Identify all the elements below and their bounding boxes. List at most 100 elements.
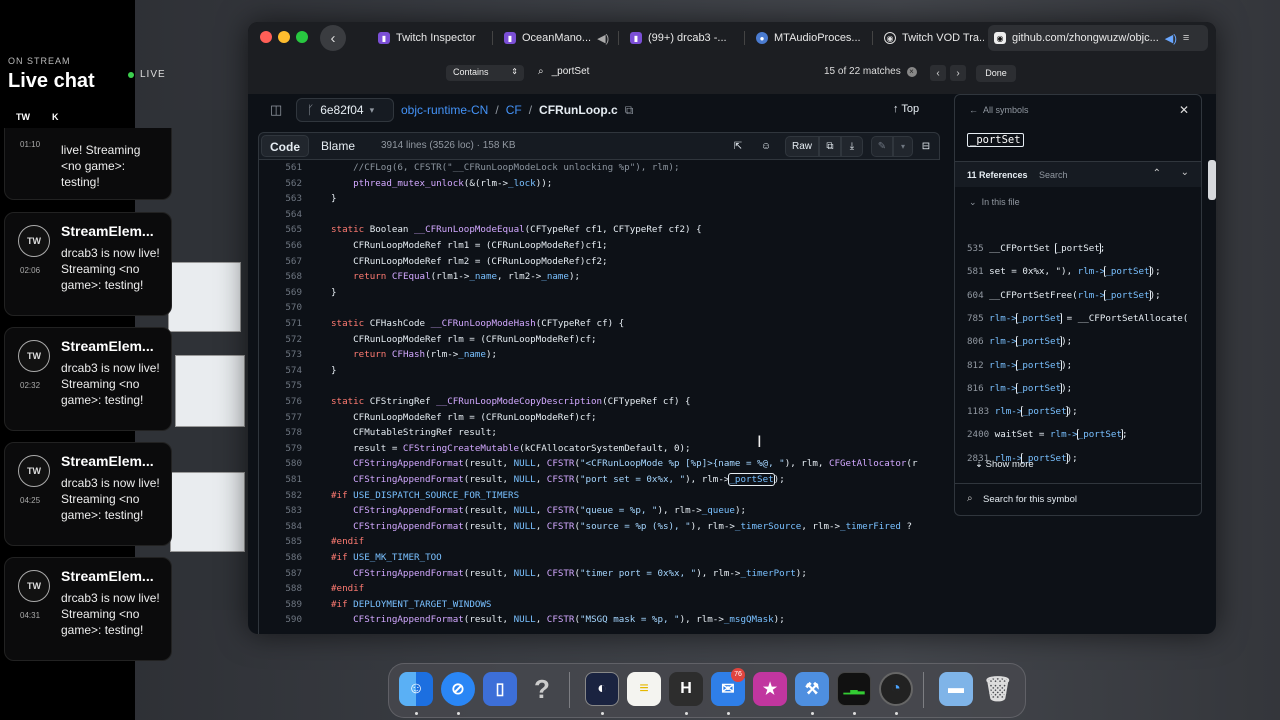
panel-toggle-icon[interactable]: ⊟ <box>917 136 935 157</box>
reference-item[interactable]: 785 rlm->_portSet = __CFPortSetAllocate( <box>967 312 1199 324</box>
tab-kick[interactable]: K <box>52 112 59 122</box>
copy-icon[interactable]: ⧉ <box>625 103 634 118</box>
line-number[interactable]: 582 <box>259 488 302 504</box>
minimize-window-button[interactable] <box>278 31 290 43</box>
references-search[interactable]: Search <box>1039 170 1068 180</box>
close-icon[interactable]: ✕ <box>1179 103 1189 117</box>
line-number[interactable]: 580 <box>259 456 302 472</box>
browser-tab[interactable]: ◉ Twitch VOD Tra... <box>884 26 984 50</box>
download-icon[interactable]: ⤓ <box>841 136 863 157</box>
raw-button[interactable]: Raw <box>785 136 819 157</box>
simulator-icon[interactable]: ▯ <box>483 672 517 706</box>
app-icon[interactable]: ◐ <box>585 672 619 706</box>
line-number[interactable]: 571 <box>259 316 302 332</box>
breadcrumb-folder[interactable]: CF <box>506 103 522 118</box>
line-number[interactable]: 561 <box>259 160 302 176</box>
line-number[interactable]: 587 <box>259 566 302 582</box>
line-number[interactable]: 583 <box>259 503 302 519</box>
in-this-file-group[interactable]: ⌄ In this file <box>969 197 1020 208</box>
line-number[interactable]: 584 <box>259 519 302 535</box>
speaker-icon[interactable]: ◀) <box>1165 32 1177 45</box>
line-number[interactable]: 590 <box>259 612 302 628</box>
instruments-icon[interactable]: ◔ <box>879 672 913 706</box>
find-input[interactable]: ⌕ _portSet <box>538 66 589 77</box>
clear-icon[interactable]: × <box>906 67 917 77</box>
previous-match-button[interactable]: ‹ <box>930 65 946 81</box>
tab-twitch[interactable]: TW <box>16 112 30 122</box>
line-number[interactable]: 566 <box>259 238 302 254</box>
scrollbar-thumb[interactable] <box>1208 160 1216 200</box>
line-number[interactable]: 564 <box>259 207 302 223</box>
top-button[interactable]: ↑ Top <box>893 103 919 115</box>
active-tab-content[interactable]: ◉ github.com/zhongwuzw/objc... ◀) ≡ <box>994 26 1206 50</box>
symbols-icon[interactable]: ⇱ <box>727 136 749 157</box>
finder-icon[interactable]: ☺ <box>399 672 433 706</box>
line-number[interactable]: 565 <box>259 222 302 238</box>
line-number[interactable]: 578 <box>259 425 302 441</box>
reference-item[interactable]: 604 __CFPortSetFree(rlm->_portSet); <box>967 289 1199 301</box>
browser-tab[interactable]: ▮ (99+) drcab3 -... <box>630 26 740 50</box>
commit-selector[interactable]: ᚴ 6e82f04 ▾ <box>296 98 394 122</box>
help-icon[interactable]: ? <box>525 672 559 706</box>
back-button[interactable]: ‹ <box>320 25 346 51</box>
trash-icon[interactable]: 🗑 <box>981 672 1015 706</box>
folder-icon[interactable]: ▬ <box>939 672 973 706</box>
chevron-down-icon[interactable]: ▾ <box>893 136 913 157</box>
next-match-button[interactable]: › <box>950 65 966 81</box>
find-mode-select[interactable]: Contains ⇕ <box>446 65 524 81</box>
edit-icon[interactable]: ✎ <box>871 136 893 157</box>
code-text: #if DEPLOYMENT_TARGET_WINDOWS <box>331 598 492 610</box>
line-number[interactable]: 585 <box>259 534 302 550</box>
terminal-icon[interactable]: ▁▃▂ <box>837 672 871 706</box>
find-done-button[interactable]: Done <box>976 65 1016 82</box>
reference-item[interactable]: 1183 rlm->_portSet); <box>967 406 1199 418</box>
show-more-button[interactable]: ⇣ Show more <box>975 459 1034 470</box>
tab-blame[interactable]: Blame <box>313 135 363 157</box>
line-number[interactable]: 563 <box>259 191 302 207</box>
line-number[interactable]: 588 <box>259 581 302 597</box>
speaker-icon[interactable]: ◀) <box>597 32 609 45</box>
line-number[interactable]: 562 <box>259 176 302 192</box>
copy-icon[interactable]: ⧉ <box>819 136 841 157</box>
line-number[interactable]: 575 <box>259 378 302 394</box>
browser-tab[interactable]: ▮ Twitch Inspector <box>378 26 488 50</box>
line-number[interactable]: 568 <box>259 269 302 285</box>
star-icon[interactable]: ★ <box>753 672 787 706</box>
reference-item[interactable]: 535 __CFPortSet _portSet; <box>967 243 1199 254</box>
line-number[interactable]: 579 <box>259 441 302 457</box>
breadcrumb-repo[interactable]: objc-runtime-CN <box>401 103 488 118</box>
tab-code[interactable]: Code <box>261 135 309 157</box>
reader-icon[interactable]: ≡ <box>1183 32 1189 44</box>
h-icon[interactable]: H <box>669 672 703 706</box>
reference-item[interactable]: 806 rlm->_portSet); <box>967 336 1199 348</box>
line-number[interactable]: 577 <box>259 410 302 426</box>
line-number[interactable]: 581 <box>259 472 302 488</box>
line-number[interactable]: 586 <box>259 550 302 566</box>
notes-icon[interactable]: ≡ <box>627 672 661 706</box>
line-number[interactable]: 570 <box>259 300 302 316</box>
browser-tab[interactable]: ▮ OceanMano... ◀) <box>504 26 614 50</box>
xcode-icon[interactable]: ⚒ <box>795 672 829 706</box>
chevron-up-icon[interactable]: ⌃ <box>1153 168 1161 179</box>
line-number[interactable]: 573 <box>259 347 302 363</box>
line-number[interactable]: 574 <box>259 363 302 379</box>
safari-icon[interactable]: ⊘ <box>441 672 475 706</box>
reference-item[interactable]: 2400 waitSet = rlm->_portSet; <box>967 429 1199 441</box>
line-number[interactable]: 576 <box>259 394 302 410</box>
reference-item[interactable]: 812 rlm->_portSet); <box>967 359 1199 371</box>
search-symbol-button[interactable]: ⌕ Search for this symbol <box>955 483 1201 516</box>
line-number[interactable]: 589 <box>259 597 302 613</box>
zoom-window-button[interactable] <box>296 31 308 43</box>
close-window-button[interactable] <box>260 31 272 43</box>
all-symbols-link[interactable]: ← All symbols <box>969 105 1029 115</box>
chevron-down-icon: ▾ <box>369 104 375 115</box>
sidebar-toggle-icon[interactable]: ◫ <box>270 102 282 118</box>
reference-item[interactable]: 581 set = 0x%x, "), rlm->_portSet); <box>967 266 1199 278</box>
line-number[interactable]: 569 <box>259 285 302 301</box>
browser-tab[interactable]: ● MTAudioProces... <box>756 26 868 50</box>
chevron-down-icon[interactable]: ⌄ <box>1181 167 1189 178</box>
reference-item[interactable]: 816 rlm->_portSet); <box>967 382 1199 394</box>
line-number[interactable]: 572 <box>259 332 302 348</box>
line-number[interactable]: 567 <box>259 254 302 270</box>
copilot-icon[interactable]: ☺ <box>755 136 777 157</box>
